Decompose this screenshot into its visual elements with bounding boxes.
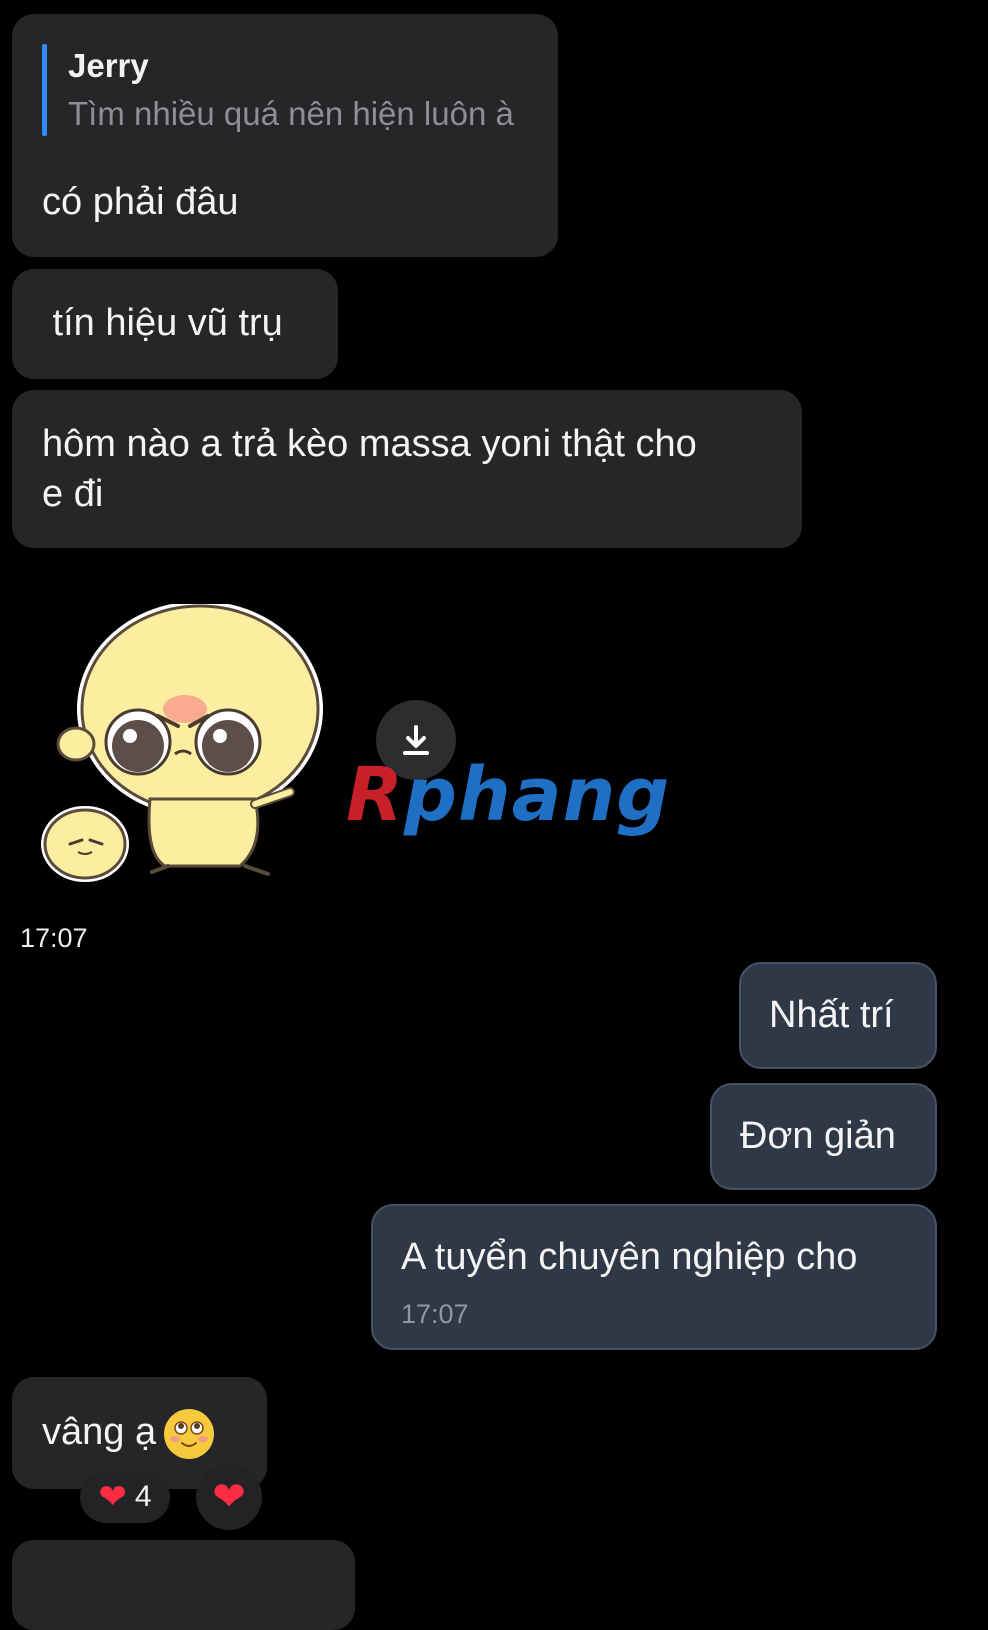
- reaction-heart-count[interactable]: ❤ 4: [80, 1471, 170, 1523]
- heart-icon: ❤: [212, 1475, 246, 1519]
- message-timestamp: 17:07: [20, 923, 88, 953]
- outgoing-message-bubble[interactable]: Đơn giản: [710, 1083, 937, 1190]
- message-timestamp: 17:07: [401, 1299, 469, 1329]
- message-text-row: vâng ạ: [42, 1407, 215, 1459]
- incoming-message-bubble[interactable]: Jerry Tìm nhiều quá nên hiện luôn à có p…: [12, 14, 558, 257]
- incoming-message-bubble[interactable]: hôm nào a trả kèo massa yoni thật cho e …: [12, 390, 802, 548]
- watermark-word: phang: [403, 752, 671, 838]
- heart-icon: ❤: [98, 1478, 127, 1516]
- message-text: Đơn giản: [740, 1115, 896, 1157]
- outgoing-message-bubble[interactable]: A tuyển chuyên nghiệp cho 17:07: [371, 1204, 937, 1350]
- reply-accent-bar: [42, 44, 47, 136]
- message-text: Nhất trí: [769, 994, 894, 1036]
- reply-sender-name: Jerry: [68, 47, 149, 84]
- incoming-message-bubble[interactable]: [12, 1540, 355, 1630]
- incoming-message-bubble[interactable]: tín hiệu vũ trụ: [12, 269, 338, 379]
- message-text-line-1: hôm nào a trả kèo massa yoni thật cho: [42, 423, 697, 465]
- reply-preview-text: Tìm nhiều quá nên hiện luôn à: [68, 95, 514, 132]
- smiling-face-emoji-icon: [164, 1408, 215, 1459]
- watermark-letter: R: [346, 752, 404, 838]
- message-text: tín hiệu vũ trụ: [42, 302, 283, 344]
- message-text: vâng ạ: [42, 1411, 157, 1453]
- angry-chick-sticker[interactable]: [40, 604, 340, 904]
- outgoing-message-bubble[interactable]: Nhất trí: [739, 962, 937, 1069]
- watermark-logo: Rphang: [346, 752, 670, 838]
- message-text: A tuyển chuyên nghiệp cho: [401, 1236, 858, 1278]
- message-text: có phải đâu: [42, 181, 239, 223]
- reaction-count: 4: [134, 1480, 152, 1513]
- reaction-heart-mine[interactable]: ❤: [196, 1464, 262, 1530]
- message-text-line-2: e đi: [42, 473, 104, 515]
